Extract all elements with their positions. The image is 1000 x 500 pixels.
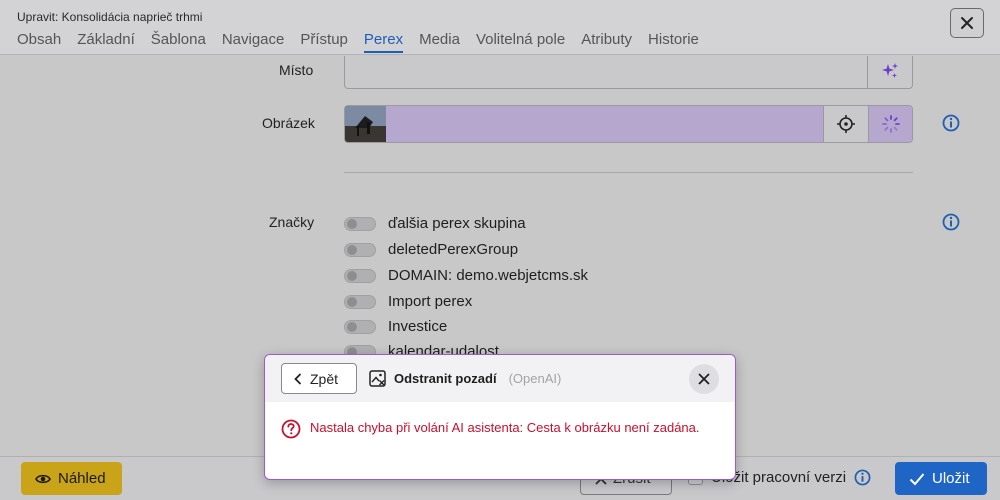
editor-header: Upravit: Konsolidácia naprieč trhmi Obsa…	[0, 0, 1000, 55]
info-icon[interactable]	[854, 469, 871, 486]
tag-label: Investice	[388, 318, 448, 335]
dialog-subtitle: (OpenAI)	[508, 371, 562, 386]
place-field	[344, 56, 913, 89]
tag-toggle[interactable]	[344, 294, 376, 309]
place-ai-button[interactable]	[867, 56, 912, 88]
tab-obsah[interactable]: Obsah	[17, 31, 61, 53]
save-button[interactable]: Uložit	[895, 462, 987, 495]
error-message: Nastala chyba při volání AI asistenta: C…	[310, 420, 700, 435]
tag-item: Investice	[344, 318, 447, 335]
save-label: Uložit	[932, 470, 970, 487]
tab-media[interactable]: Media	[419, 31, 460, 53]
dialog-close-button[interactable]	[689, 364, 719, 394]
tab-zakladni[interactable]: Základní	[77, 31, 135, 53]
crosshair-icon	[837, 115, 855, 133]
sparkles-icon	[881, 62, 899, 80]
tag-label: Import perex	[388, 293, 473, 310]
tab-volitelna-pole[interactable]: Volitelná pole	[476, 31, 565, 53]
back-label: Zpět	[310, 370, 339, 387]
info-icon[interactable]	[942, 213, 960, 236]
tags-label: Značky	[269, 214, 315, 230]
preview-button[interactable]: Náhled	[21, 462, 122, 495]
check-icon	[909, 472, 925, 486]
tag-label: ďalšia perex skupina	[388, 215, 526, 232]
error-message-row: Nastala chyba při volání AI asistenta: C…	[281, 419, 710, 439]
close-icon	[698, 373, 710, 385]
tag-item: DOMAIN: demo.webjetcms.sk	[344, 267, 588, 284]
tab-navigace[interactable]: Navigace	[222, 31, 285, 53]
image-label: Obrázek	[262, 115, 315, 131]
tag-item: Import perex	[344, 293, 472, 310]
place-label: Místo	[279, 62, 314, 78]
tag-toggle[interactable]	[344, 319, 376, 334]
tab-atributy[interactable]: Atributy	[581, 31, 632, 53]
tag-toggle[interactable]	[344, 216, 376, 231]
tag-item: ďalšia perex skupina	[344, 215, 526, 232]
image-path-input[interactable]	[386, 106, 823, 142]
eye-icon	[35, 473, 51, 485]
place-input[interactable]	[345, 56, 867, 88]
tab-sablona[interactable]: Šablona	[151, 31, 206, 53]
dialog-title-group: Odstranit pozadí (OpenAI)	[369, 370, 561, 387]
section-divider	[344, 172, 913, 173]
question-circle-icon	[281, 419, 301, 439]
close-icon	[960, 16, 974, 30]
tag-label: deletedPerexGroup	[388, 241, 519, 258]
preview-label: Náhled	[58, 470, 106, 487]
remove-background-dialog: Zpět Odstranit pozadí (OpenAI) Nastala c…	[264, 354, 736, 480]
dialog-header: Zpět Odstranit pozadí (OpenAI)	[265, 355, 735, 402]
info-icon[interactable]	[942, 114, 960, 137]
tag-item: deletedPerexGroup	[344, 241, 518, 258]
tab-bar: Obsah Základní Šablona Navigace Přístup …	[17, 31, 699, 53]
tab-pristup[interactable]: Přístup	[300, 31, 348, 53]
image-remove-icon	[369, 370, 386, 387]
chevron-left-icon	[294, 372, 302, 385]
back-button[interactable]: Zpět	[281, 363, 357, 394]
image-field	[344, 105, 913, 143]
tag-toggle[interactable]	[344, 242, 376, 257]
image-ai-button[interactable]	[868, 106, 912, 142]
dialog-title: Odstranit pozadí	[394, 371, 497, 386]
tab-historie[interactable]: Historie	[648, 31, 699, 53]
tag-label: DOMAIN: demo.webjetcms.sk	[388, 267, 589, 284]
tag-toggle[interactable]	[344, 268, 376, 283]
image-thumbnail[interactable]	[345, 106, 386, 142]
editor-title: Upravit: Konsolidácia naprieč trhmi	[17, 10, 203, 24]
close-editor-button[interactable]	[950, 8, 984, 38]
tab-perex[interactable]: Perex	[363, 31, 404, 53]
image-focus-button[interactable]	[823, 106, 868, 142]
spinner-icon	[882, 115, 900, 133]
